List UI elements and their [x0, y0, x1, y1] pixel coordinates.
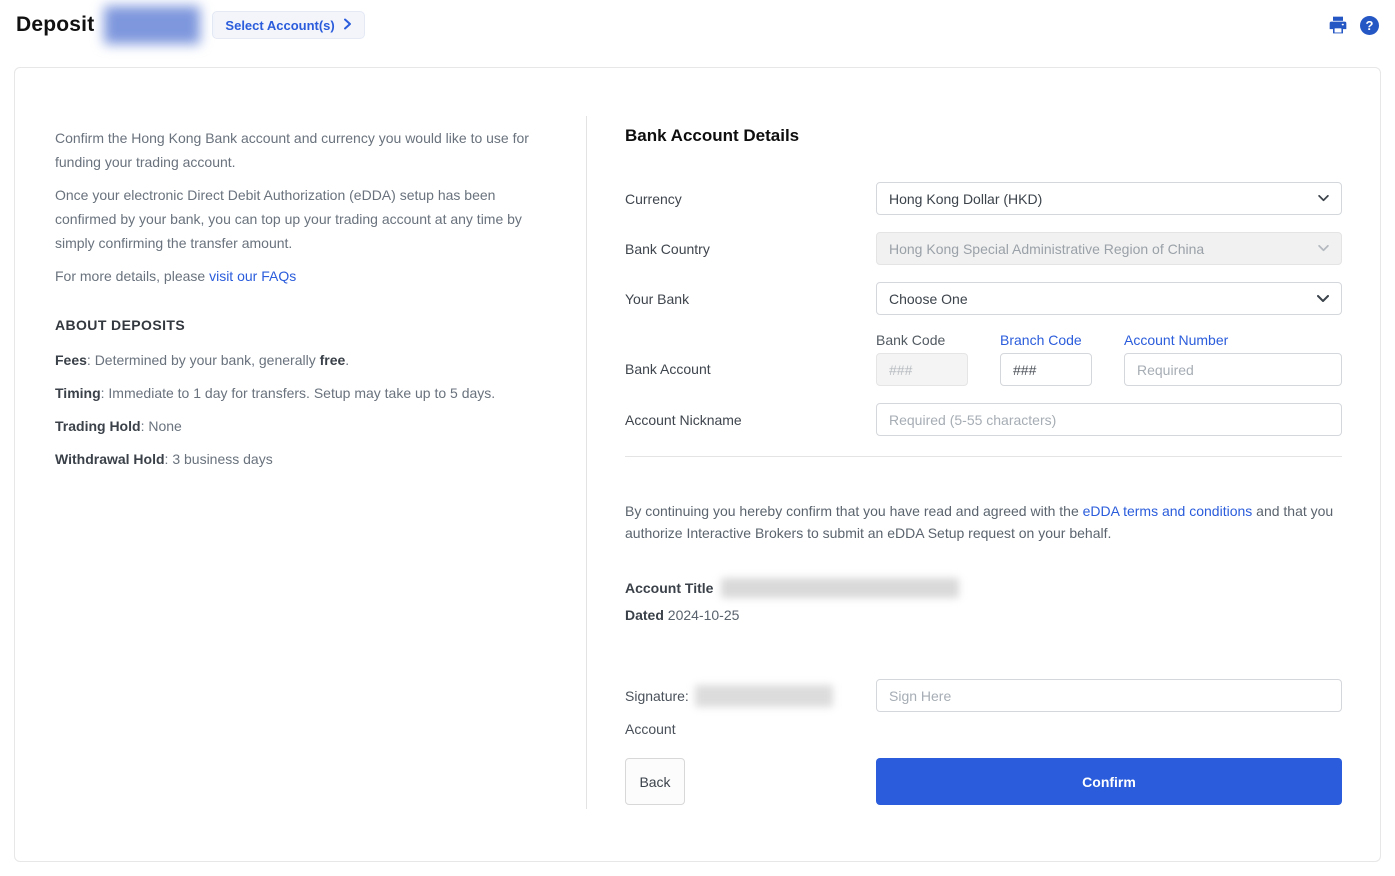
section-divider: [625, 456, 1342, 457]
faq-text: For more details, please: [55, 268, 209, 284]
chevron-right-icon: [343, 18, 352, 33]
dated-row: Dated 2024-10-25: [625, 607, 1342, 623]
deposit-info-panel: Confirm the Hong Kong Bank account and c…: [15, 68, 586, 861]
branch-code-label[interactable]: Branch Code: [1000, 332, 1092, 348]
account-number-input[interactable]: [1124, 353, 1342, 386]
fact-fees-label: Fees: [55, 352, 87, 368]
back-button-cell: Back: [625, 758, 876, 805]
bank-code-label: Bank Code: [876, 332, 968, 348]
terms-text-before: By continuing you hereby confirm that yo…: [625, 503, 1083, 519]
your-bank-value: Choose One: [889, 291, 968, 307]
account-nickname-row: Account Nickname: [625, 403, 1342, 436]
bank-account-row: Bank Account Bank Code Branch Code Accou…: [625, 332, 1342, 386]
bank-country-row: Bank Country Hong Kong Special Administr…: [625, 232, 1342, 265]
help-icon[interactable]: ?: [1360, 16, 1379, 35]
page-title: Deposit: [16, 13, 94, 37]
bank-country-select: Hong Kong Special Administrative Region …: [876, 232, 1342, 265]
actions-row: Back Confirm: [625, 758, 1342, 805]
print-icon[interactable]: [1328, 15, 1348, 35]
fact-trading-hold-text: : None: [141, 418, 182, 434]
bank-code-input: [876, 353, 968, 386]
your-bank-select[interactable]: Choose One: [876, 282, 1342, 315]
account-id-redacted: [104, 6, 200, 44]
signature-label: Signature:: [625, 688, 689, 704]
chevron-down-icon: [1317, 295, 1329, 303]
dated-value: 2024-10-25: [664, 607, 740, 623]
branch-code-group: Branch Code: [1000, 332, 1092, 386]
intro-paragraph-1: Confirm the Hong Kong Bank account and c…: [55, 126, 542, 174]
chevron-down-icon: [1318, 195, 1329, 202]
currency-select[interactable]: Hong Kong Dollar (HKD): [876, 182, 1342, 215]
select-accounts-label: Select Account(s): [225, 18, 334, 33]
bank-account-details-panel: Bank Account Details Currency Hong Kong …: [587, 68, 1382, 861]
fact-timing-text: : Immediate to 1 day for transfers. Setu…: [101, 385, 496, 401]
fact-timing-label: Timing: [55, 385, 101, 401]
signature-account-label: Account: [625, 721, 876, 737]
dated-label: Dated: [625, 607, 664, 623]
branch-code-input[interactable]: [1000, 353, 1092, 386]
bank-country-label: Bank Country: [625, 241, 876, 257]
edda-terms-link[interactable]: eDDA terms and conditions: [1083, 503, 1253, 519]
chevron-down-icon: [1318, 245, 1329, 252]
your-bank-label: Your Bank: [625, 291, 876, 307]
form-heading: Bank Account Details: [625, 126, 1342, 146]
fact-trading-hold: Trading Hold: None: [55, 414, 542, 438]
fact-timing: Timing: Immediate to 1 day for transfers…: [55, 381, 542, 405]
currency-value: Hong Kong Dollar (HKD): [889, 191, 1042, 207]
account-nickname-input[interactable]: [876, 403, 1342, 436]
confirm-button[interactable]: Confirm: [876, 758, 1342, 805]
fact-withdrawal-hold-label: Withdrawal Hold: [55, 451, 165, 467]
bank-code-group: Bank Code: [876, 332, 968, 386]
fact-withdrawal-hold-text: : 3 business days: [165, 451, 273, 467]
intro-paragraph-2: Once your electronic Direct Debit Author…: [55, 183, 542, 255]
top-bar: Deposit Select Account(s) ?: [0, 0, 1395, 50]
help-glyph: ?: [1360, 16, 1379, 35]
bank-account-label: Bank Account: [625, 341, 876, 377]
fact-fees-bold: free: [320, 352, 346, 368]
your-bank-row: Your Bank Choose One: [625, 282, 1342, 315]
signature-name-redacted: [695, 685, 833, 707]
deposit-card: Confirm the Hong Kong Bank account and c…: [14, 67, 1381, 862]
select-accounts-button[interactable]: Select Account(s): [212, 11, 364, 39]
account-title-label: Account Title: [625, 580, 713, 596]
signature-line: Signature:: [625, 679, 876, 712]
fact-withdrawal-hold: Withdrawal Hold: 3 business days: [55, 447, 542, 471]
top-bar-actions: ?: [1328, 15, 1379, 35]
fact-trading-hold-label: Trading Hold: [55, 418, 141, 434]
terms-paragraph: By continuing you hereby confirm that yo…: [625, 500, 1342, 544]
fact-fees-after: .: [345, 352, 349, 368]
account-title-row: Account Title: [625, 578, 1342, 598]
faq-link[interactable]: visit our FAQs: [209, 268, 296, 284]
bank-country-value: Hong Kong Special Administrative Region …: [889, 241, 1204, 257]
account-title-redacted: [721, 578, 959, 598]
signature-row: Signature: Account: [625, 679, 1342, 737]
back-button[interactable]: Back: [625, 758, 685, 805]
about-deposits-heading: ABOUT DEPOSITS: [55, 317, 542, 333]
currency-row: Currency Hong Kong Dollar (HKD): [625, 182, 1342, 215]
sign-here-input[interactable]: [876, 679, 1342, 712]
intro-paragraph-3: For more details, please visit our FAQs: [55, 264, 542, 288]
account-nickname-label: Account Nickname: [625, 412, 876, 428]
signature-block: Signature: Account: [625, 679, 876, 737]
fact-fees: Fees: Determined by your bank, generally…: [55, 348, 542, 372]
account-number-label[interactable]: Account Number: [1124, 332, 1342, 348]
currency-label: Currency: [625, 191, 876, 207]
fact-fees-text: : Determined by your bank, generally: [87, 352, 320, 368]
bank-account-fields: Bank Code Branch Code Account Number: [876, 332, 1342, 386]
account-number-group: Account Number: [1124, 332, 1342, 386]
